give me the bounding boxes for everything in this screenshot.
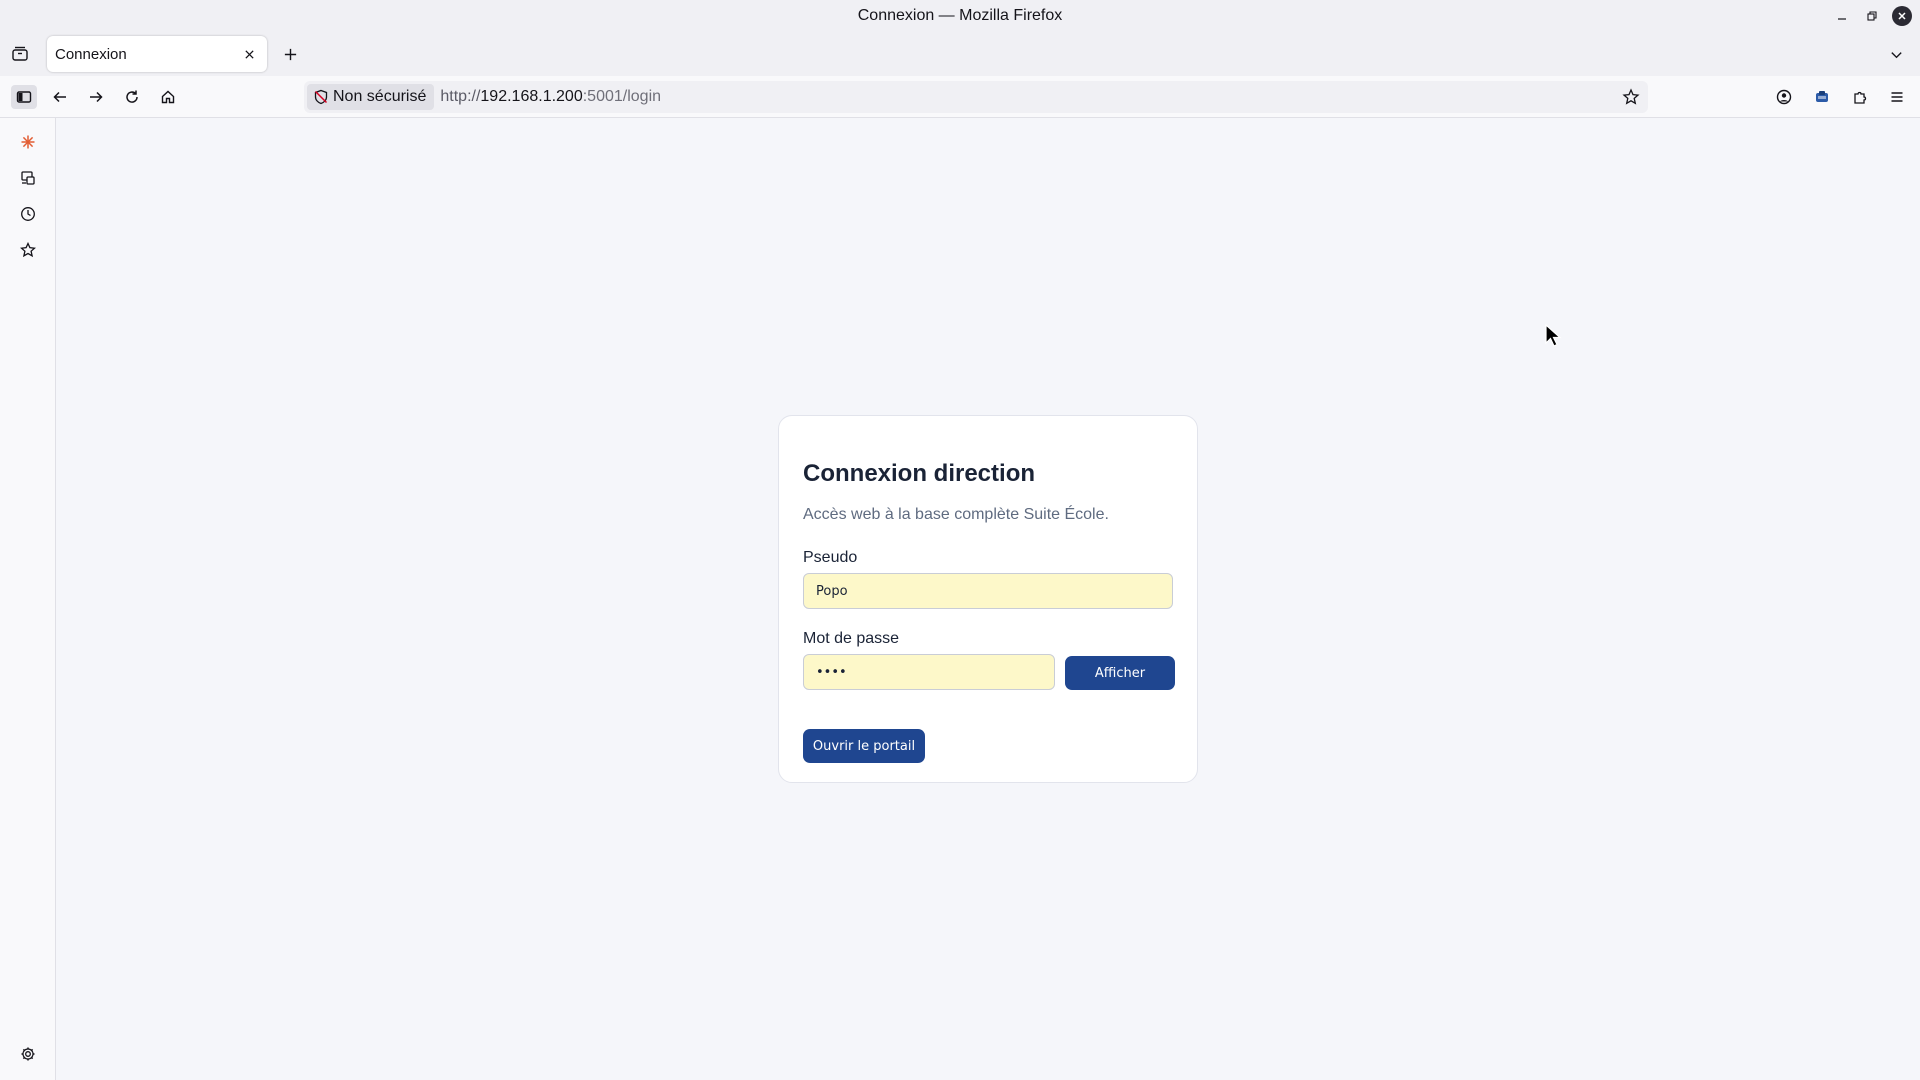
window-controls: [1832, 6, 1912, 26]
sidebar-toggle-button[interactable]: [11, 85, 37, 109]
navigation-toolbar: Non sécurisé http://192.168.1.200:5001/l…: [0, 76, 1920, 118]
close-icon: [244, 49, 254, 59]
tab-connexion[interactable]: Connexion: [47, 36, 267, 72]
open-portal-button[interactable]: Ouvrir le portail: [803, 729, 925, 763]
security-label: Non sécurisé: [333, 88, 427, 105]
tab-label: Connexion: [55, 45, 127, 63]
ai-sparkle-icon: [21, 135, 35, 149]
page-content: Connexion direction Accès web à la base …: [56, 118, 1920, 1080]
star-icon: [1622, 88, 1640, 105]
bookmark-button[interactable]: [1622, 88, 1640, 106]
list-tabs-button[interactable]: [10, 44, 30, 64]
password-input[interactable]: ••••: [803, 654, 1055, 690]
password-label: Mot de passe: [803, 630, 900, 647]
back-button[interactable]: [47, 85, 73, 109]
chevron-down-icon: [1890, 51, 1902, 58]
restore-button[interactable]: [1862, 6, 1882, 26]
extension-button[interactable]: [1809, 85, 1835, 109]
sidebar-icon: [16, 91, 32, 103]
ai-chatbot-button[interactable]: [18, 132, 38, 152]
username-label: Pseudo: [803, 549, 858, 566]
arrow-left-icon: [53, 91, 66, 103]
url-path: :5001/login: [582, 88, 662, 105]
close-window-icon: [1898, 12, 1906, 20]
extensions-button[interactable]: [1847, 85, 1873, 109]
synced-tabs-icon: [21, 171, 35, 185]
url-scheme: http://: [440, 88, 481, 105]
window-title: Connexion — Mozilla Firefox: [857, 7, 1063, 24]
account-button[interactable]: [1771, 85, 1797, 109]
hamburger-icon: [1891, 92, 1903, 102]
extension-badge-icon: [1816, 91, 1828, 102]
url-host: 192.168.1.200: [480, 88, 583, 105]
account-icon: [1776, 89, 1792, 105]
show-password-button[interactable]: Afficher: [1065, 656, 1175, 690]
new-tab-button[interactable]: [280, 44, 300, 64]
sidebar-settings-button[interactable]: [18, 1044, 38, 1064]
tab-overflow-button[interactable]: [1886, 44, 1906, 64]
tab-list-icon: [12, 46, 28, 61]
close-window-button[interactable]: [1892, 6, 1912, 26]
close-tab-button[interactable]: [239, 44, 259, 64]
reload-button[interactable]: [119, 85, 145, 109]
reload-icon: [126, 90, 138, 103]
restore-icon: [1867, 11, 1877, 21]
arrow-right-icon: [90, 91, 103, 103]
home-button[interactable]: [155, 85, 181, 109]
login-title: Connexion direction: [803, 460, 1036, 487]
minimize-button[interactable]: [1832, 6, 1852, 26]
gear-icon: [21, 1047, 35, 1061]
url-text[interactable]: http://192.168.1.200:5001/login: [440, 88, 661, 106]
mouse-cursor-icon: [1545, 324, 1562, 347]
bookmarks-button[interactable]: [18, 240, 38, 260]
minimize-icon: [1838, 18, 1846, 20]
window-titlebar: Connexion — Mozilla Firefox: [0, 0, 1920, 32]
sidebar: [0, 118, 56, 1080]
username-input[interactable]: Popo: [803, 573, 1173, 609]
login-card: Connexion direction Accès web à la base …: [778, 415, 1198, 783]
plus-icon: [284, 48, 296, 60]
star-outline-icon: [20, 242, 36, 258]
shield-slash-icon: [314, 89, 328, 105]
tab-strip: Connexion: [0, 32, 1920, 76]
login-subtitle: Accès web à la base complète Suite École…: [803, 506, 1109, 523]
home-icon: [161, 90, 175, 104]
forward-button[interactable]: [83, 85, 109, 109]
url-bar[interactable]: Non sécurisé http://192.168.1.200:5001/l…: [304, 81, 1648, 113]
security-indicator[interactable]: Non sécurisé: [307, 84, 435, 110]
menu-button[interactable]: [1884, 85, 1910, 109]
synced-tabs-button[interactable]: [18, 168, 38, 188]
puzzle-icon: [1854, 91, 1867, 104]
clock-icon: [21, 207, 35, 221]
history-button[interactable]: [18, 204, 38, 224]
